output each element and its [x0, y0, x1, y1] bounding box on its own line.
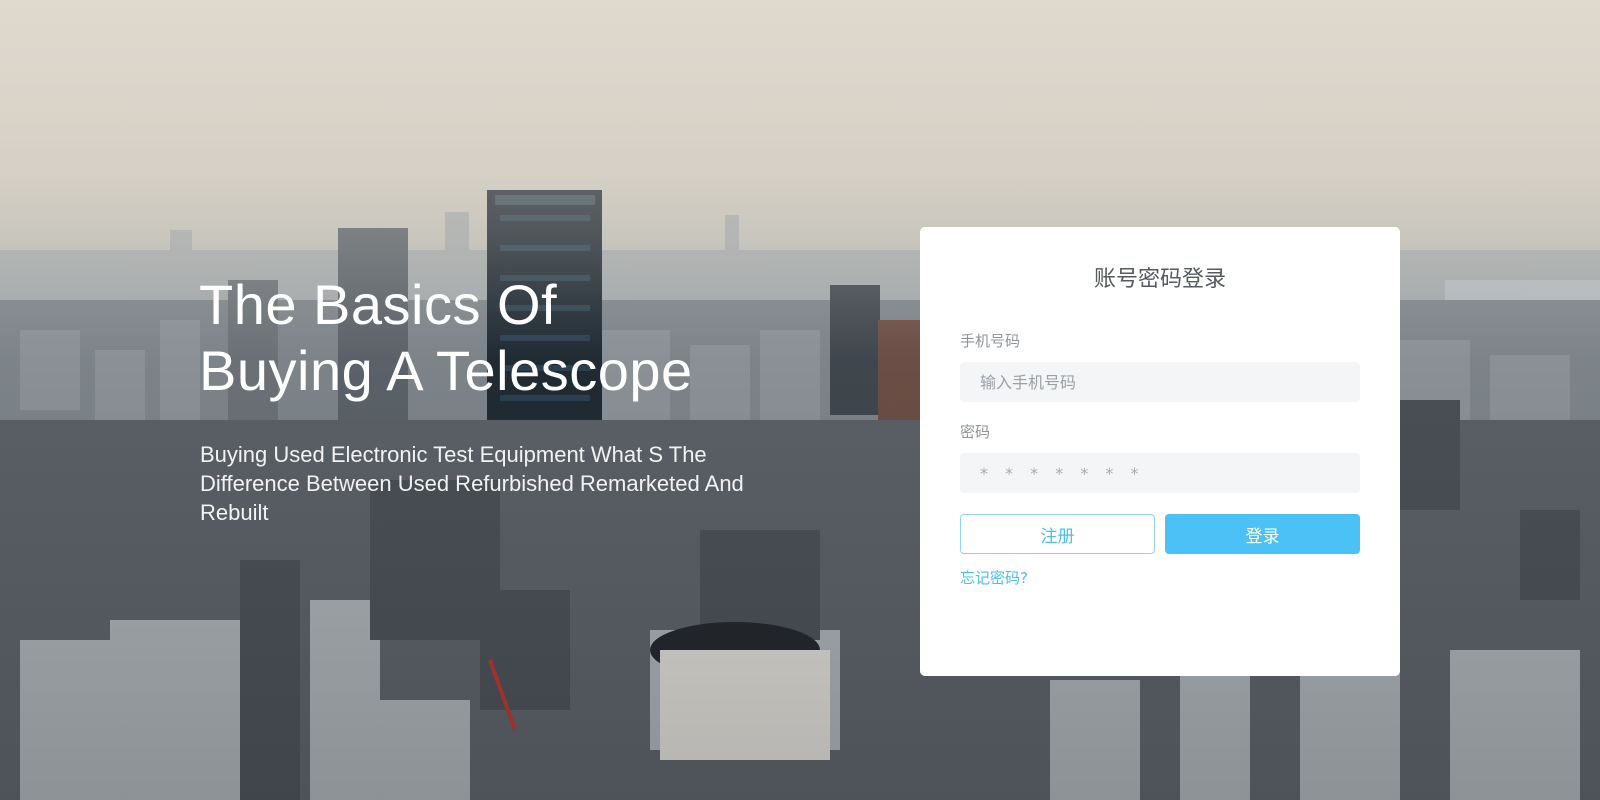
hero-title: The Basics Of Buying A Telescope — [199, 272, 759, 404]
login-button[interactable]: 登录 — [1165, 514, 1360, 554]
register-button[interactable]: 注册 — [960, 514, 1155, 554]
hero-subtitle: Buying Used Electronic Test Equipment Wh… — [200, 442, 744, 525]
phone-label: 手机号码 — [960, 332, 1021, 350]
button-row: 注册 登录 — [960, 514, 1360, 554]
forgot-password-link[interactable]: 忘记密码? — [960, 568, 1028, 588]
phone-input[interactable] — [960, 362, 1360, 402]
login-page: The Basics Of Buying A Telescope Buying … — [0, 0, 1600, 800]
login-card: 账号密码登录 手机号码 密码 注册 登录 忘记密码? — [920, 227, 1400, 676]
password-input[interactable] — [960, 453, 1360, 493]
login-card-title: 账号密码登录 — [1093, 267, 1226, 292]
hero-title-line2: Buying A Telescope — [199, 339, 693, 402]
hero-title-line1: The Basics Of — [199, 273, 558, 336]
password-label: 密码 — [960, 423, 991, 441]
